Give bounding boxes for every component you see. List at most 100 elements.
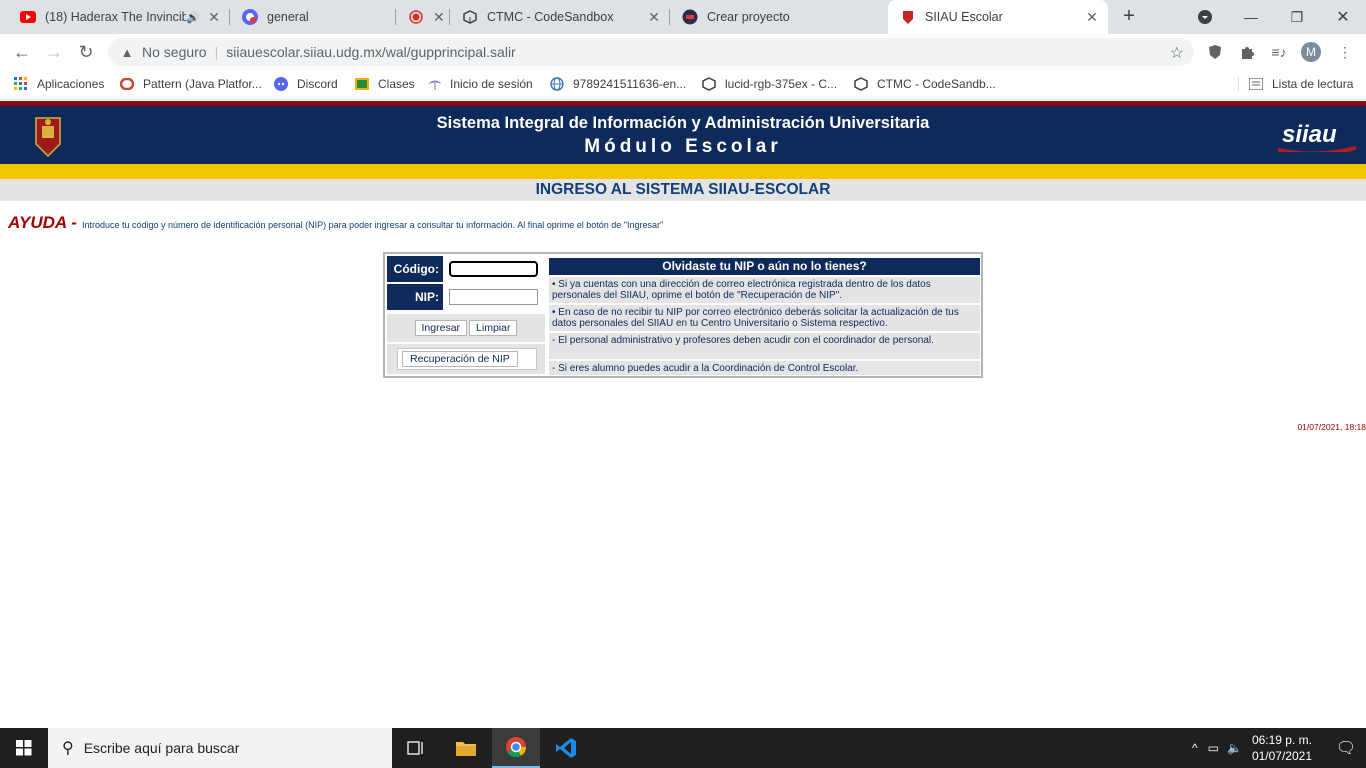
minimize-icon[interactable]: — [1228, 0, 1274, 34]
tab-search-icon[interactable] [1182, 0, 1228, 34]
discord-icon [274, 77, 288, 91]
search-icon: ⚲ [62, 740, 74, 757]
window-controls: — ❐ ✕ [1182, 0, 1366, 34]
codigo-label: Código: [387, 256, 443, 282]
tab-title: (18) Haderax The Invincib [45, 10, 187, 24]
help-label: AYUDA - [8, 213, 77, 232]
taskbar-clock[interactable]: 06:19 p. m. 01/07/2021 [1252, 732, 1312, 764]
close-window-icon[interactable]: ✕ [1320, 0, 1366, 34]
forward-icon[interactable]: → [40, 38, 68, 66]
help-text: Introduce tu código y número de identifi… [81, 220, 664, 230]
task-view-icon[interactable] [392, 728, 440, 768]
notifications-icon[interactable]: 🗨 [1326, 738, 1366, 758]
browser-toolbar: ← → ↻ ▲ No seguro | siiauescolar.siiau.u… [0, 34, 1366, 70]
classroom-icon [355, 77, 369, 91]
session-timestamp: 01/07/2021, 18:18 [1297, 422, 1366, 432]
bookmark-star-icon[interactable]: ☆ [1170, 43, 1184, 63]
volume-icon[interactable]: 🔈 [1227, 741, 1242, 755]
bookmark-label: Clases [378, 77, 415, 91]
profile-avatar[interactable]: M [1301, 42, 1321, 62]
vscode-taskbar-icon[interactable] [542, 728, 590, 768]
tab-youtube[interactable]: (18) Haderax The Invincib 🔊 ✕ [8, 0, 230, 34]
browser-tab-strip: (18) Haderax The Invincib 🔊 ✕ general ✕ … [0, 0, 1366, 34]
header-subtitle: Módulo Escolar [584, 136, 782, 157]
bookmark-pattern[interactable]: Pattern (Java Platfor... [120, 77, 262, 91]
address-bar[interactable]: ▲ No seguro | siiauescolar.siiau.udg.mx … [108, 38, 1194, 66]
login-frame: Código: NIP: Ingresar Limpiar Recuperaci… [383, 252, 983, 378]
tab-recording[interactable]: ✕ [396, 0, 450, 34]
tab-title: Crear proyecto [707, 10, 790, 24]
new-tab-button[interactable]: + [1118, 6, 1140, 28]
globe-icon [550, 77, 564, 91]
forgot-nip-heading: Olvidaste tu NIP o aún no lo tienes? [549, 258, 980, 275]
header-title: Sistema Integral de Información y Admini… [436, 114, 930, 132]
reading-list[interactable]: Lista de lectura [1238, 77, 1353, 91]
codigo-row: Código: [387, 256, 545, 282]
codesandbox-icon [854, 77, 868, 91]
siiau-icon [900, 9, 916, 25]
ingresar-button[interactable]: Ingresar [414, 320, 468, 336]
reload-icon[interactable]: ↻ [72, 38, 100, 66]
bookmark-label: lucid-rgb-375ex - C... [725, 77, 838, 91]
start-button[interactable] [0, 728, 48, 768]
recuperacion-nip-button[interactable]: Recuperación de NIP [402, 351, 518, 367]
login-buttons: Ingresar Limpiar [387, 314, 545, 342]
bookmark-label: Pattern (Java Platfor... [143, 77, 262, 91]
nip-input[interactable] [449, 289, 538, 305]
bookmark-discord[interactable]: Discord [274, 77, 338, 91]
tab-crear-proyecto[interactable]: Crear proyecto [670, 0, 888, 34]
youtube-icon [20, 9, 36, 25]
limpiar-button[interactable]: Limpiar [469, 320, 518, 336]
url-path: /wal/gupprincipal.salir [381, 44, 516, 60]
close-tab-icon[interactable]: ✕ [644, 9, 664, 26]
reading-list-label: Lista de lectura [1272, 77, 1354, 91]
close-tab-icon[interactable]: ✕ [1082, 9, 1102, 26]
menu-kebab-icon[interactable]: ⋮ [1334, 41, 1356, 63]
reading-list-icon [1249, 77, 1263, 91]
close-tab-icon[interactable]: ✕ [433, 9, 445, 26]
media-control-icon[interactable]: ≡♪ [1268, 41, 1290, 63]
nip-label: NIP: [387, 284, 443, 310]
tab-siiau-escolar[interactable]: SIIAU Escolar ✕ [888, 0, 1108, 34]
project-icon [682, 9, 698, 25]
url-host: siiauescolar.siiau.udg.mx [226, 44, 382, 60]
info-item: • Si ya cuentas con una dirección de cor… [549, 277, 980, 303]
tab-general[interactable]: general [230, 0, 396, 34]
bookmark-label: 9789241511636-en... [573, 77, 687, 91]
speaker-icon[interactable]: 🔊 [186, 11, 200, 24]
chat-app-icon [242, 9, 258, 25]
tab-codesandbox[interactable]: CTMC - CodeSandbox ✕ [450, 0, 670, 34]
bookmark-inicio-sesion[interactable]: Inicio de sesión [427, 77, 533, 91]
windows-logo-icon [16, 740, 32, 756]
bookmark-ctmc[interactable]: CTMC - CodeSandb... [854, 77, 996, 91]
back-icon[interactable]: ← [8, 38, 36, 66]
file-explorer-icon[interactable] [442, 728, 490, 768]
close-tab-icon[interactable]: ✕ [204, 9, 224, 26]
tab-title: general [267, 10, 309, 24]
search-placeholder: Escribe aquí para buscar [83, 740, 240, 756]
windows-taskbar: ⚲ Escribe aquí para buscar ^ ▭ 🔈 06:19 p… [0, 728, 1366, 768]
chrome-taskbar-icon[interactable] [492, 728, 540, 768]
section-title: INGRESO AL SISTEMA SIIAU-ESCOLAR [0, 179, 1366, 201]
bookmark-label: Discord [297, 77, 338, 91]
bookmark-clases[interactable]: Clases [355, 77, 415, 91]
info-item: - Si eres alumno puedes acudir a la Coor… [549, 361, 980, 375]
taskbar-search[interactable]: ⚲ Escribe aquí para buscar [48, 728, 392, 768]
warning-icon[interactable]: ▲ [118, 45, 136, 60]
clock-date: 01/07/2021 [1251, 749, 1312, 763]
bookmark-lucid-rgb[interactable]: lucid-rgb-375ex - C... [702, 77, 837, 91]
extensions-puzzle-icon[interactable] [1236, 41, 1258, 63]
codigo-input[interactable] [449, 261, 538, 277]
tray-chevron-icon[interactable]: ^ [1192, 741, 1198, 755]
system-tray: ^ ▭ 🔈 06:19 p. m. 01/07/2021 🗨 [1192, 728, 1366, 768]
bookmark-aplicaciones[interactable]: Aplicaciones [14, 77, 104, 91]
bookmark-who-pdf[interactable]: 9789241511636-en... [550, 77, 686, 91]
security-label[interactable]: No seguro [142, 44, 207, 60]
help-line: AYUDA - Introduce tu código y número de … [8, 213, 663, 233]
maximize-icon[interactable]: ❐ [1274, 0, 1320, 34]
battery-icon[interactable]: ▭ [1208, 741, 1219, 755]
ublock-icon[interactable] [1204, 41, 1226, 63]
info-item: • En caso de no recibir tu NIP por corre… [549, 305, 980, 331]
tab-title: SIIAU Escolar [925, 10, 1003, 24]
codesandbox-icon [702, 77, 716, 91]
